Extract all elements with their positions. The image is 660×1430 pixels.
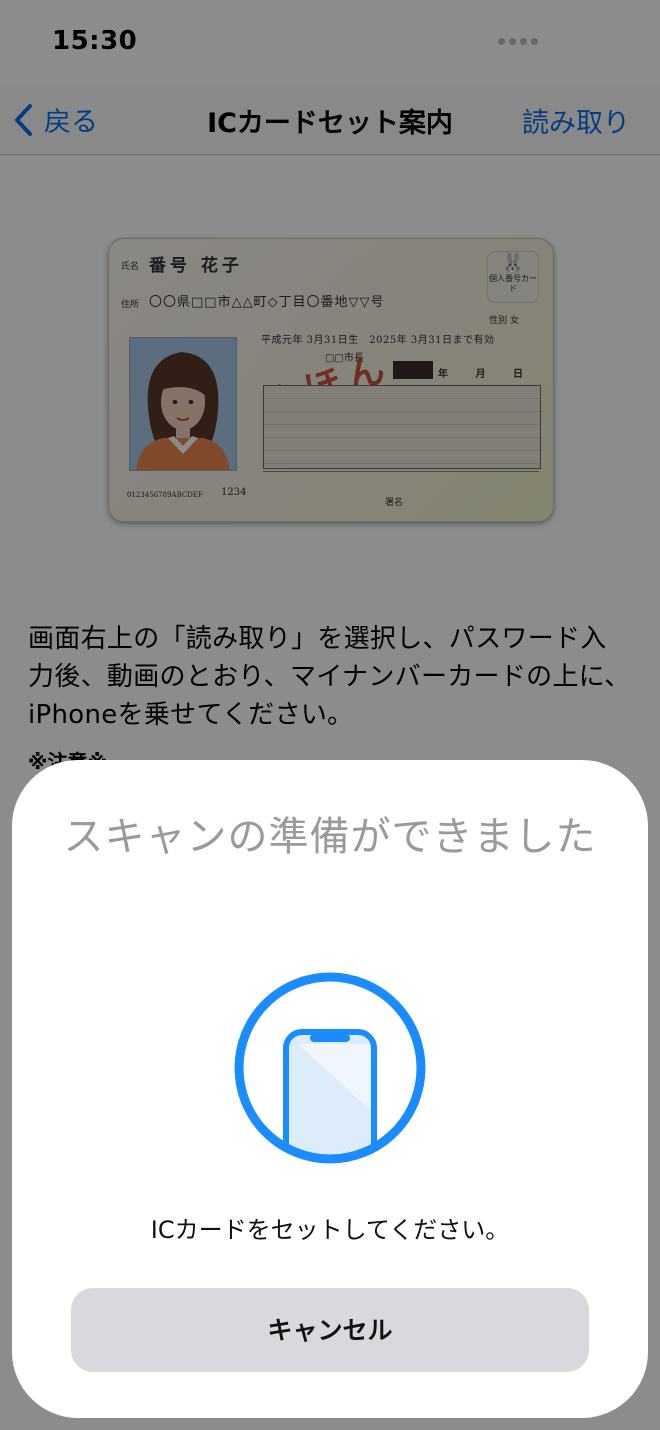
phone-scan-icon: [234, 972, 426, 1164]
cancel-button[interactable]: キャンセル: [71, 1288, 589, 1372]
scan-instruction-message: ICカードをセットしてください。: [150, 1216, 510, 1244]
scan-ready-title: スキャンの準備ができました: [63, 814, 597, 860]
nfc-scan-sheet: スキャンの準備ができました ICカードをセットしてください。 キャンセル: [12, 760, 648, 1418]
